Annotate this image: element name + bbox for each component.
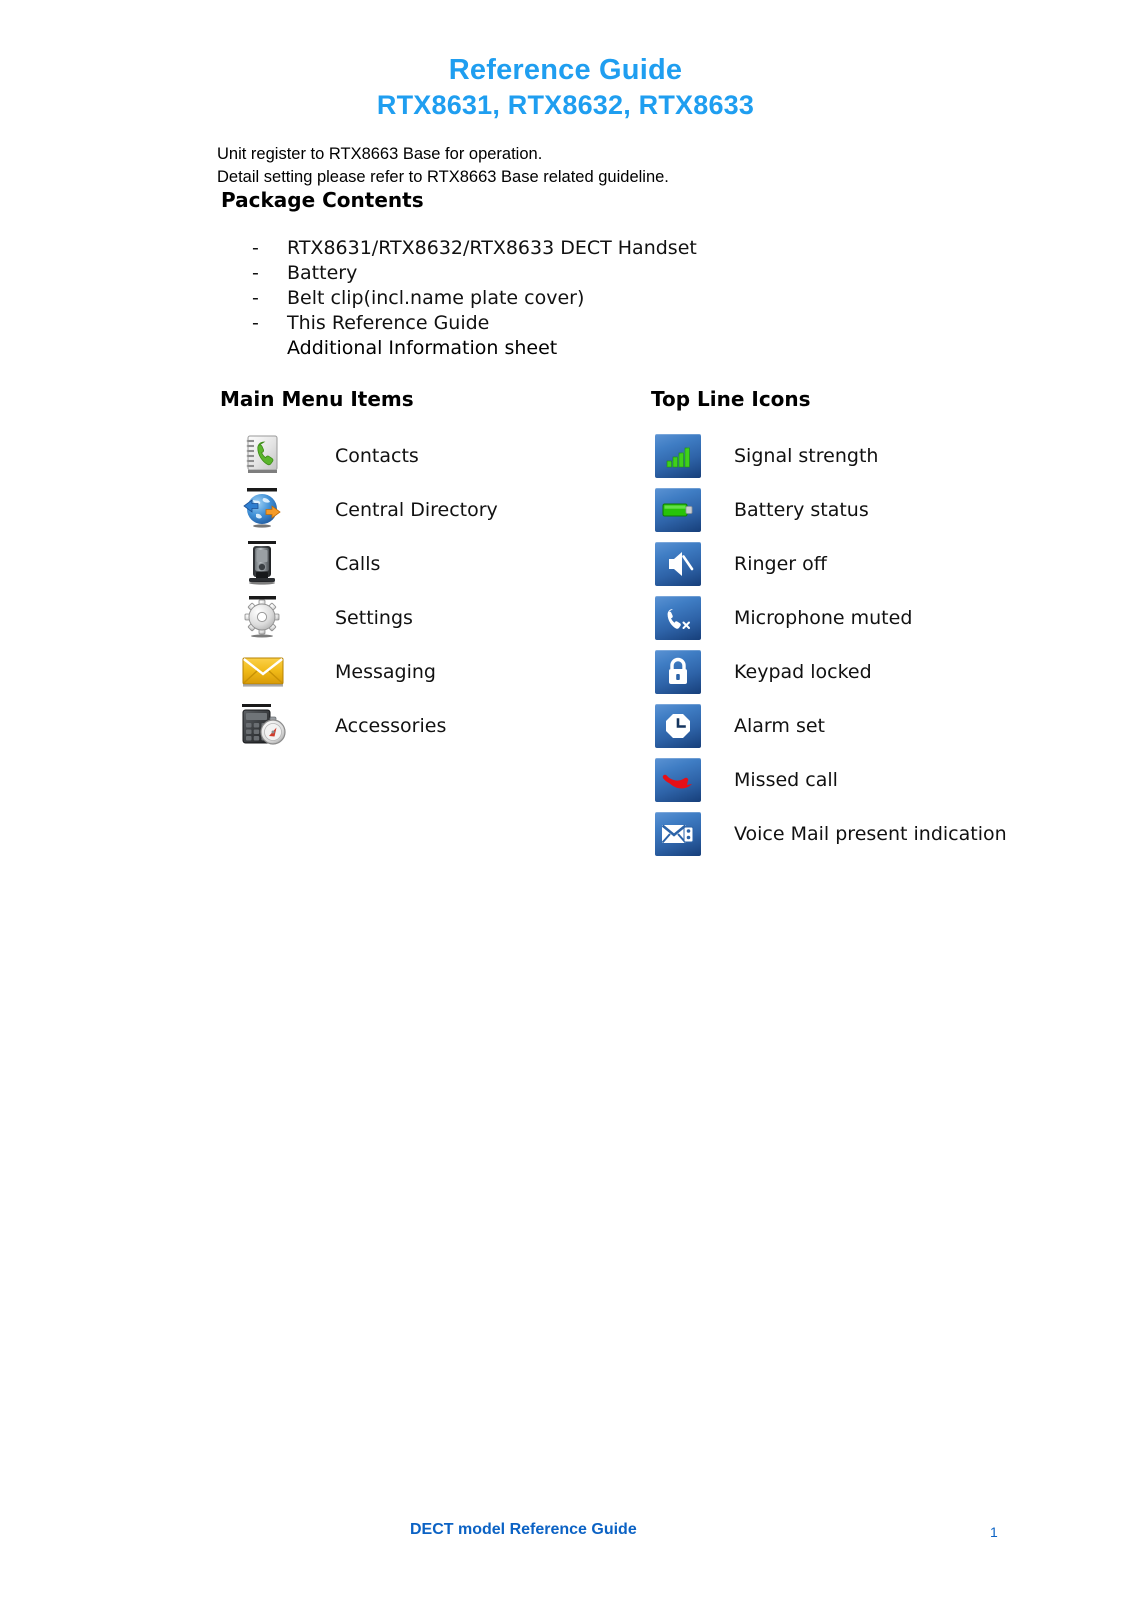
list-item-label: Battery	[287, 262, 358, 284]
intro-line-1: Unit register to RTX8663 Base for operat…	[217, 145, 543, 163]
list-item: - This Reference Guide	[252, 311, 872, 336]
list-item-voice-mail: Voice Mail present indication	[655, 807, 1105, 861]
list-item-contacts: Contacts	[240, 429, 640, 483]
document-header: Reference Guide RTX8631, RTX8632, RTX863…	[0, 52, 1131, 122]
list-item-label: Ringer off	[734, 553, 827, 575]
list-item-label: Belt clip(incl.name plate cover)	[287, 287, 585, 309]
voice-mail-icon	[661, 824, 694, 844]
bullet-dash: -	[252, 237, 259, 259]
list-item-label: Missed call	[734, 769, 838, 791]
list-item-continuation: Additional Information sheet	[287, 337, 558, 359]
list-item-label: Battery status	[734, 499, 869, 521]
battery-status-tile	[655, 488, 701, 532]
list-item-alarm-set: Alarm set	[655, 699, 1105, 753]
microphone-muted-icon	[667, 609, 690, 629]
list-item-keypad-locked: Keypad locked	[655, 645, 1105, 699]
list-item-label: Microphone muted	[734, 607, 913, 629]
alarm-set-tile	[655, 704, 701, 748]
page-title: Reference Guide	[448, 54, 683, 86]
alarm-set-icon	[666, 714, 690, 738]
list-item-label: This Reference Guide	[287, 312, 490, 334]
list-item-label: Alarm set	[734, 715, 825, 737]
main-menu-list: Contacts Central Directory Calls Setting…	[240, 429, 640, 753]
list-item-label: Calls	[335, 553, 381, 575]
footer-title: DECT model Reference Guide	[410, 1521, 637, 1538]
battery-status-icon	[662, 503, 693, 517]
envelope-messaging-icon	[240, 648, 290, 696]
microphone-muted-tile	[655, 596, 701, 640]
intro-paragraph: Unit register to RTX8663 Base for operat…	[217, 143, 669, 189]
bullet-dash: -	[252, 262, 259, 284]
list-item-label: Central Directory	[335, 499, 498, 521]
list-item-label: Settings	[335, 607, 413, 629]
list-item-battery-status: Battery status	[655, 483, 1105, 537]
list-item-label: Contacts	[335, 445, 419, 467]
ringer-off-tile	[655, 542, 701, 586]
bullet-dash: -	[252, 287, 259, 309]
list-item: - RTX8631/RTX8632/RTX8633 DECT Handset	[252, 236, 872, 261]
list-item-label: Voice Mail present indication	[734, 823, 1007, 845]
footer-page-number: 1	[990, 1524, 998, 1540]
contacts-notebook-icon	[240, 432, 290, 480]
list-item: - Belt clip(incl.name plate cover)	[252, 286, 872, 311]
top-line-icons-list: Signal strength Battery status Ringer of…	[655, 429, 1105, 861]
ringer-off-icon	[669, 552, 694, 576]
list-item-label: RTX8631/RTX8632/RTX8633 DECT Handset	[287, 237, 697, 259]
page-subtitle: RTX8631, RTX8632, RTX8633	[376, 90, 755, 120]
main-menu-heading: Main Menu Items	[220, 387, 414, 411]
list-item-microphone-muted: Microphone muted	[655, 591, 1105, 645]
voice-mail-tile	[655, 812, 701, 856]
top-line-icons-heading: Top Line Icons	[651, 387, 811, 411]
handset-base-calls-icon	[240, 540, 290, 588]
list-item-messaging: Messaging	[240, 645, 640, 699]
package-contents-heading: Package Contents	[221, 188, 424, 212]
list-item-missed-call: Missed call	[655, 753, 1105, 807]
keypad-locked-icon	[669, 657, 687, 684]
list-item-calls: Calls	[240, 537, 640, 591]
missed-call-tile	[655, 758, 701, 802]
list-item-label: Signal strength	[734, 445, 879, 467]
list-item-settings: Settings	[240, 591, 640, 645]
list-item-label: Messaging	[335, 661, 436, 683]
package-contents-list: - RTX8631/RTX8632/RTX8633 DECT Handset -…	[252, 236, 872, 361]
bullet-dash: -	[252, 312, 259, 334]
list-item-signal-strength: Signal strength	[655, 429, 1105, 483]
missed-call-icon	[662, 774, 692, 789]
keypad-locked-tile	[655, 650, 701, 694]
list-item-central-directory: Central Directory	[240, 483, 640, 537]
list-item-ringer-off: Ringer off	[655, 537, 1105, 591]
list-item-label: Accessories	[335, 715, 447, 737]
calculator-stopwatch-accessories-icon	[240, 702, 290, 750]
globe-central-directory-icon	[240, 486, 290, 534]
list-item-accessories: Accessories	[240, 699, 640, 753]
intro-line-2: Detail setting please refer to RTX8663 B…	[217, 168, 669, 186]
gear-settings-icon	[240, 594, 290, 642]
signal-strength-icon	[666, 445, 690, 468]
list-item-label: Keypad locked	[734, 661, 872, 683]
list-item: - Battery	[252, 261, 872, 286]
signal-strength-tile	[655, 434, 701, 478]
